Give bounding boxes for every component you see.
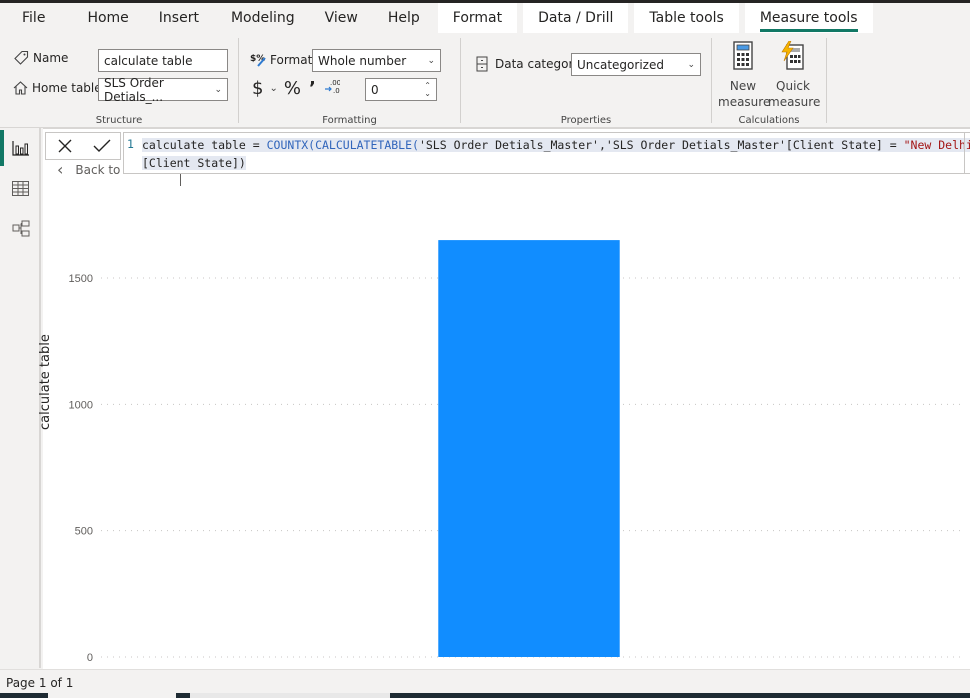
- calculations-group: New measure Quick measure Calculations: [712, 33, 826, 128]
- commit-formula-button[interactable]: [89, 134, 115, 158]
- model-view-button[interactable]: [0, 210, 41, 246]
- chart-svg: 0 500 1000 1500: [69, 240, 965, 664]
- tab-table-tools[interactable]: Table tools: [634, 3, 739, 33]
- formula-editor[interactable]: 1 calculate table = COUNTX(CALCULATETABL…: [123, 132, 970, 174]
- cancel-formula-button[interactable]: [52, 134, 78, 158]
- chevron-down-icon: ⌄: [214, 84, 222, 95]
- data-category-icon: [473, 55, 491, 73]
- line-number: 1: [127, 137, 134, 151]
- report-view-button[interactable]: [0, 130, 41, 166]
- divider: [826, 38, 827, 123]
- structure-group-label: Structure: [95, 115, 143, 126]
- tab-format[interactable]: Format: [437, 3, 518, 33]
- data-view-button[interactable]: [0, 170, 41, 206]
- tab-insert[interactable]: Insert: [145, 3, 215, 33]
- quick-measure-icon: [768, 40, 818, 73]
- table-icon: [12, 180, 29, 196]
- tab-view[interactable]: View: [311, 3, 374, 33]
- tab-modeling[interactable]: Modeling: [215, 3, 311, 33]
- chevron-down-icon: ⌄: [427, 55, 435, 66]
- y-tick-label: 1000: [69, 399, 93, 411]
- tag-icon: [12, 49, 30, 67]
- y-tick-label: 500: [75, 526, 93, 538]
- home-table-select[interactable]: SLS Order Detials_... ⌄: [98, 76, 228, 104]
- quick-measure-button[interactable]: Quick measure: [768, 40, 820, 110]
- bar-chart-icon: [11, 141, 29, 156]
- checkmark-icon: [93, 139, 110, 152]
- data-category-select[interactable]: Uncategorized ⌄: [571, 53, 701, 76]
- format-icon: $%: [250, 51, 268, 69]
- home-table-label: Home table: [32, 81, 102, 95]
- y-tick-label: 1500: [69, 273, 93, 285]
- data-category-label: Data category: [495, 57, 581, 71]
- new-measure-button[interactable]: New measure: [718, 41, 770, 110]
- taskbar: [0, 693, 970, 698]
- calculator-icon: [718, 41, 768, 73]
- bar-chart[interactable]: 0 500 1000 1500: [43, 175, 970, 669]
- decimal-places-stepper[interactable]: 0 ⌃ ⌄: [365, 78, 437, 101]
- properties-group-label: Properties: [560, 115, 612, 126]
- tab-data-drill[interactable]: Data / Drill: [523, 3, 629, 33]
- chevron-down-icon: ⌄: [687, 59, 695, 70]
- comma-style-button[interactable]: ’: [309, 78, 316, 99]
- format-label: Format: [270, 53, 313, 67]
- formatting-group-label: Formatting: [322, 115, 377, 126]
- y-tick-label: 0: [87, 652, 93, 664]
- formula-buttons: [45, 132, 121, 160]
- tab-measure-tools[interactable]: Measure tools: [744, 3, 873, 33]
- formula-scrollbar[interactable]: [964, 133, 970, 173]
- properties-group: Data category Uncategorized ⌄ Properties: [461, 33, 711, 128]
- close-icon: [58, 139, 71, 153]
- view-switcher: [0, 128, 41, 668]
- tab-home[interactable]: Home: [61, 3, 144, 33]
- svg-text:.0: .0: [333, 87, 340, 94]
- home-icon: [11, 79, 29, 97]
- calculations-group-label: Calculations: [738, 115, 800, 126]
- taskbar-segment: [48, 693, 176, 698]
- tab-help[interactable]: Help: [374, 3, 436, 33]
- currency-dropdown-icon[interactable]: ⌄: [269, 83, 277, 94]
- tab-file[interactable]: File: [0, 3, 61, 33]
- stepper-arrows-icon[interactable]: ⌃ ⌄: [424, 81, 431, 98]
- name-label: Name: [33, 51, 69, 65]
- name-input[interactable]: calculate table: [98, 49, 228, 72]
- structure-group: Name calculate table Home table SLS Orde…: [0, 33, 238, 128]
- currency-button[interactable]: $: [252, 78, 263, 99]
- y-axis-title: calculate table: [38, 334, 53, 430]
- svg-text:.00: .00: [330, 79, 340, 87]
- formatting-group: $% Format Whole number ⌄ $ ⌄ % ’ .00.0 0…: [239, 33, 460, 128]
- model-icon: [12, 220, 29, 236]
- ribbon: Name calculate table Home table SLS Orde…: [0, 33, 970, 128]
- taskbar-segment: [190, 693, 390, 698]
- percent-button[interactable]: %: [284, 78, 301, 99]
- ribbon-tabs: File Home Insert Modeling View Help Form…: [0, 3, 970, 33]
- formula-code: calculate table = COUNTX(CALCULATETABLE(…: [142, 136, 970, 172]
- bar[interactable]: [438, 240, 620, 657]
- format-select[interactable]: Whole number ⌄: [312, 49, 441, 72]
- page-indicator: Page 1 of 1: [6, 676, 74, 690]
- decimal-places-icon[interactable]: .00.0: [324, 78, 341, 99]
- status-bar: Page 1 of 1: [0, 669, 970, 693]
